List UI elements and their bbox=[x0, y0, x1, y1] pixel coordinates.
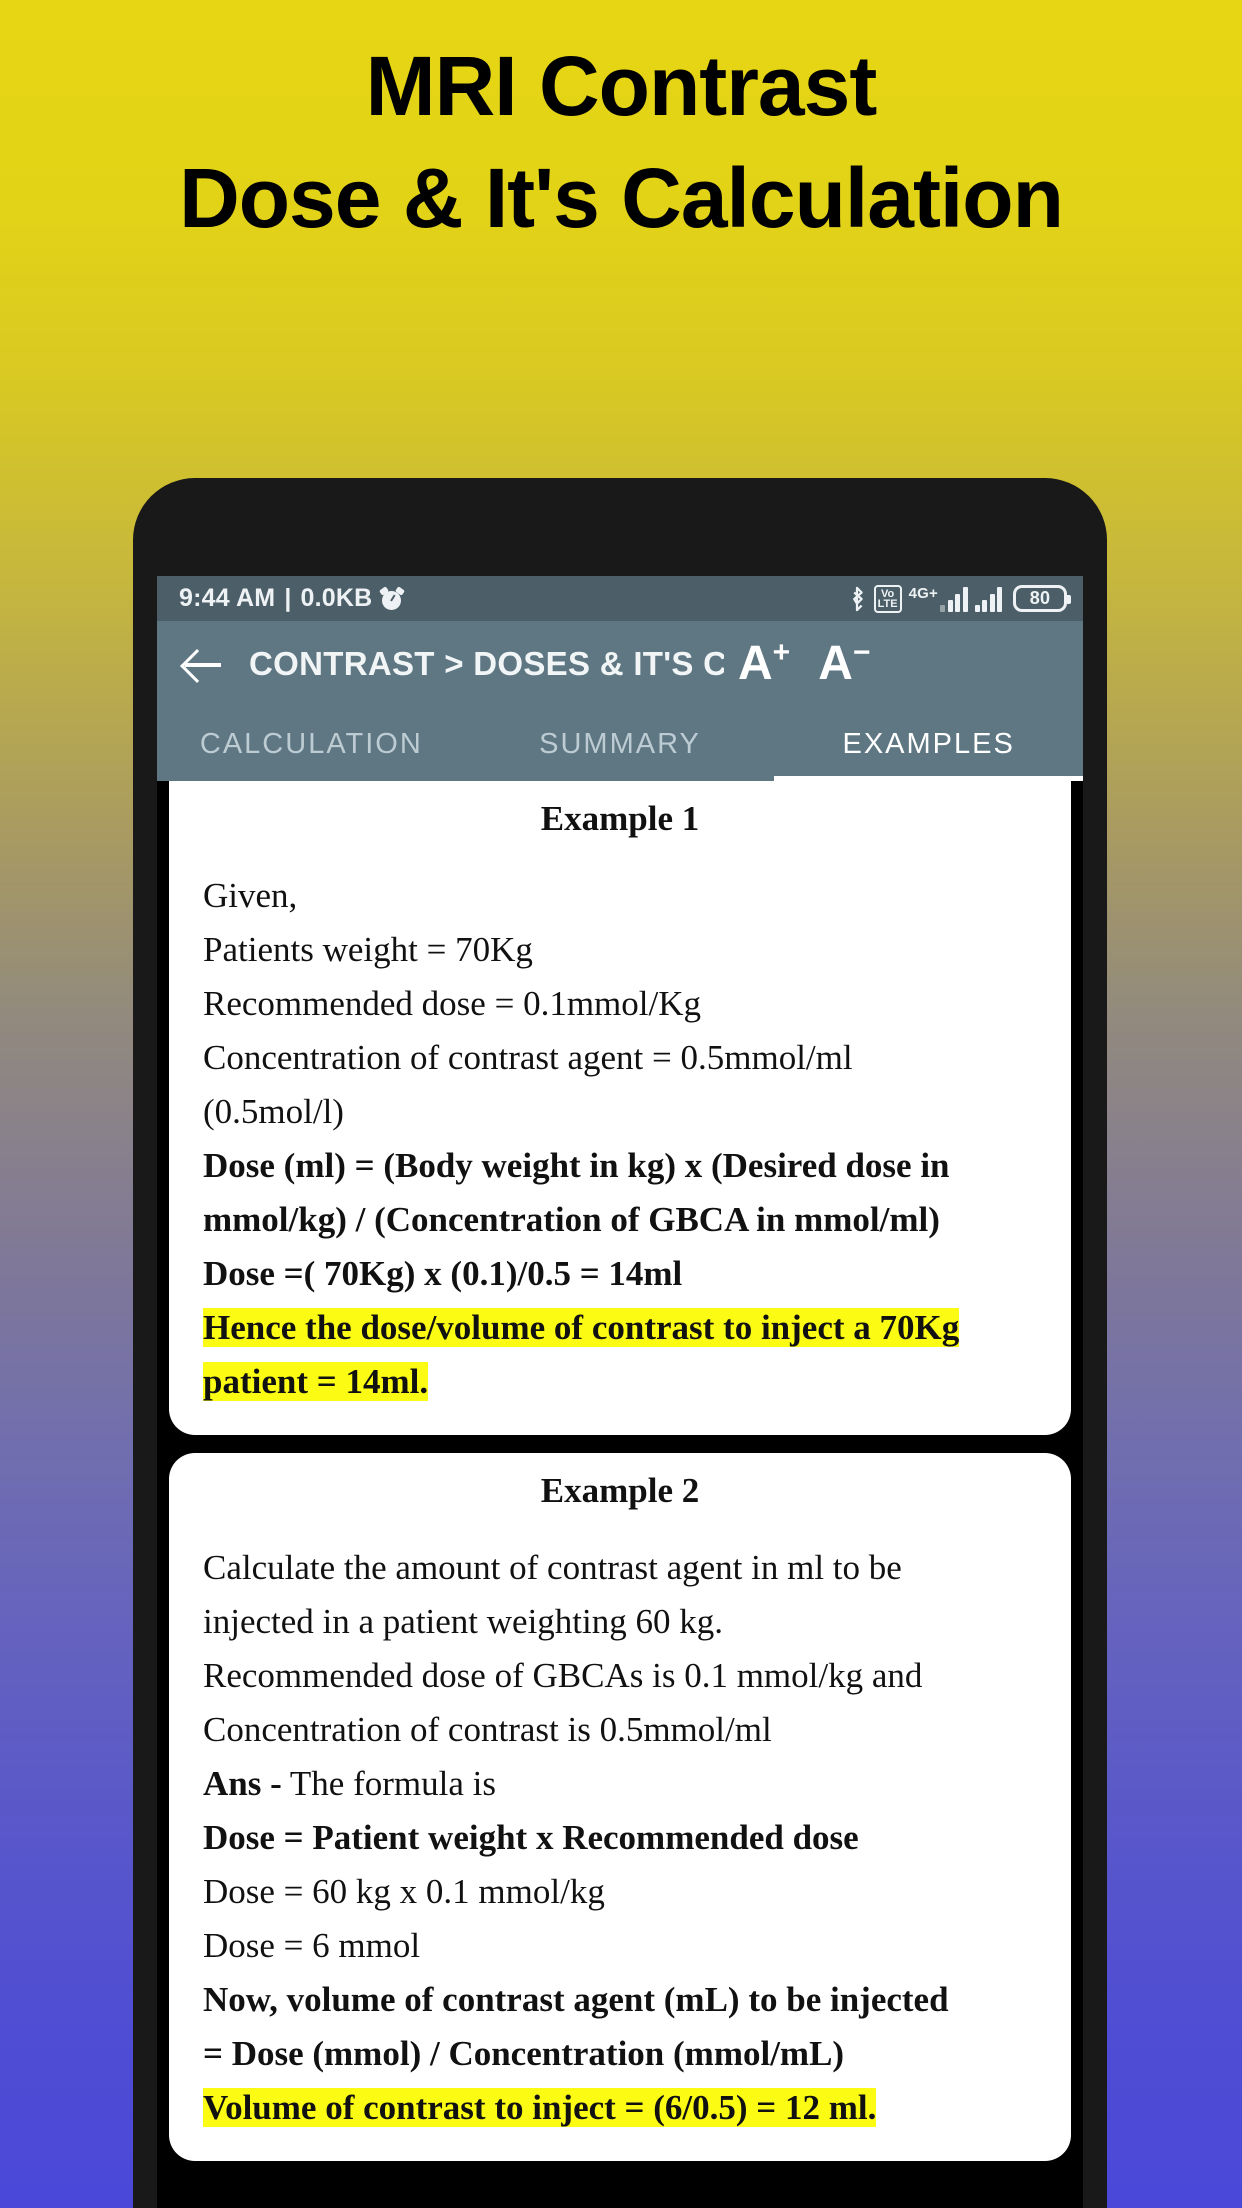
example-2-line-6: Dose = Patient weight x Recommended dose bbox=[203, 1818, 859, 1857]
example-1-line-1: Given, bbox=[203, 876, 298, 915]
tab-calculation-label: CALCULATION bbox=[199, 727, 423, 760]
example-2-line-5: Ans - The formula is bbox=[203, 1757, 1037, 1811]
example-2-highlight-1: Volume of contrast to inject = (6/0.5) =… bbox=[203, 2088, 877, 2127]
example-1-line-7: mmol/kg) / (Concentration of GBCA in mmo… bbox=[203, 1200, 940, 1239]
font-decrease-letter: A bbox=[818, 637, 853, 690]
example-1-highlight-1: Hence the dose/volume of contrast to inj… bbox=[203, 1308, 960, 1347]
banner-title-line-1: MRI Contrast bbox=[365, 39, 878, 133]
example-2-line-8: Dose = 6 mmol bbox=[203, 1926, 421, 1965]
tab-bar: CALCULATION SUMMARY EXAMPLES bbox=[157, 707, 1083, 781]
font-increase-letter: A bbox=[738, 637, 773, 690]
banner-title-line-2: Dose & It's Calculation bbox=[179, 151, 1064, 245]
status-data-usage: 0.0KB bbox=[300, 584, 373, 612]
tab-calculation[interactable]: CALCULATION bbox=[157, 707, 466, 781]
volte-bottom: LTE bbox=[877, 597, 898, 610]
signal-bars-icon-1 bbox=[940, 586, 968, 612]
signal-bars-icon-2 bbox=[974, 586, 1002, 612]
status-bar-left: 9:44 AM | 0.0KB bbox=[179, 584, 406, 613]
banner-heading: MRI Contrast Dose & It's Calculation bbox=[0, 0, 1242, 300]
phone-screen: 9:44 AM | 0.0KB Vo LTE 4G+ 80 CONTRAST >… bbox=[157, 576, 1083, 2208]
status-bar: 9:44 AM | 0.0KB Vo LTE 4G+ 80 bbox=[157, 576, 1083, 621]
tab-examples-label: EXAMPLES bbox=[842, 727, 1015, 760]
font-increase-button[interactable]: A+ bbox=[724, 637, 804, 690]
example-2-ans-rest: The formula is bbox=[289, 1764, 496, 1803]
example-1-line-5: (0.5mol/l) bbox=[203, 1092, 344, 1131]
tab-summary[interactable]: SUMMARY bbox=[466, 707, 775, 781]
example-2-line-3: Recommended dose of GBCAs is 0.1 mmol/kg… bbox=[203, 1656, 923, 1695]
example-2-line-7: Dose = 60 kg x 0.1 mmol/kg bbox=[203, 1872, 605, 1911]
font-decrease-sign: − bbox=[852, 636, 871, 669]
example-2-line-9: Now, volume of contrast agent (mL) to be… bbox=[203, 1980, 949, 2019]
example-1-line-3: Recommended dose = 0.1mmol/Kg bbox=[203, 984, 701, 1023]
example-1-line-2: Patients weight = 70Kg bbox=[203, 930, 533, 969]
example-1-line-10: patient = 14ml. bbox=[203, 1355, 1037, 1409]
example-1-line-4: Concentration of contrast agent = 0.5mmo… bbox=[203, 1038, 853, 1077]
example-1-line-6: Dose (ml) = (Body weight in kg) x (Desir… bbox=[203, 1146, 950, 1185]
example-1-highlight-2: patient = 14ml. bbox=[203, 1362, 429, 1401]
battery-indicator: 80 bbox=[1013, 585, 1071, 612]
example-2-line-11: Volume of contrast to inject = (6/0.5) =… bbox=[203, 2081, 1037, 2135]
page-title: CONTRAST > DOSES & IT'S CALCU bbox=[249, 645, 724, 682]
alarm-clock-icon bbox=[379, 585, 406, 610]
example-card-1-title: Example 1 bbox=[540, 799, 700, 838]
font-increase-sign: + bbox=[772, 636, 791, 669]
status-bar-right: Vo LTE 4G+ 80 bbox=[847, 584, 1071, 613]
network-signal-1: 4G+ bbox=[909, 586, 968, 612]
example-card-1: Example 1 Given, Patients weight = 70Kg … bbox=[169, 781, 1071, 1435]
app-bar: CONTRAST > DOSES & IT'S CALCU A+ A− bbox=[157, 621, 1083, 707]
status-time: 9:44 AM bbox=[179, 584, 276, 612]
examples-content-scroll[interactable]: Example 1 Given, Patients weight = 70Kg … bbox=[157, 781, 1083, 2208]
example-1-line-9: Hence the dose/volume of contrast to inj… bbox=[203, 1301, 1037, 1355]
example-card-2: Example 2 Calculate the amount of contra… bbox=[169, 1453, 1071, 2161]
example-2-ans-prefix: Ans - bbox=[203, 1764, 282, 1803]
tab-examples[interactable]: EXAMPLES bbox=[774, 707, 1083, 781]
tab-summary-label: SUMMARY bbox=[539, 727, 701, 760]
example-2-line-1: Calculate the amount of contrast agent i… bbox=[203, 1548, 902, 1587]
back-arrow-icon[interactable] bbox=[181, 642, 225, 686]
example-2-line-2: injected in a patient weighting 60 kg. bbox=[203, 1602, 724, 1641]
font-decrease-button[interactable]: A− bbox=[804, 637, 884, 690]
battery-level-label: 80 bbox=[1029, 588, 1051, 608]
example-2-line-10: = Dose (mmol) / Concentration (mmol/mL) bbox=[203, 2034, 845, 2073]
example-1-line-8: Dose =( 70Kg) x (0.1)/0.5 = 14ml bbox=[203, 1254, 683, 1293]
status-separator: | bbox=[284, 584, 292, 612]
volte-icon: Vo LTE bbox=[873, 584, 902, 613]
example-card-2-title: Example 2 bbox=[540, 1471, 700, 1510]
phone-mockup-frame: 9:44 AM | 0.0KB Vo LTE 4G+ 80 CONTRAST >… bbox=[133, 478, 1107, 2208]
bluetooth-icon bbox=[852, 586, 863, 611]
network-type-label: 4G+ bbox=[908, 584, 938, 602]
example-2-line-4: Concentration of contrast is 0.5mmol/ml bbox=[203, 1710, 772, 1749]
